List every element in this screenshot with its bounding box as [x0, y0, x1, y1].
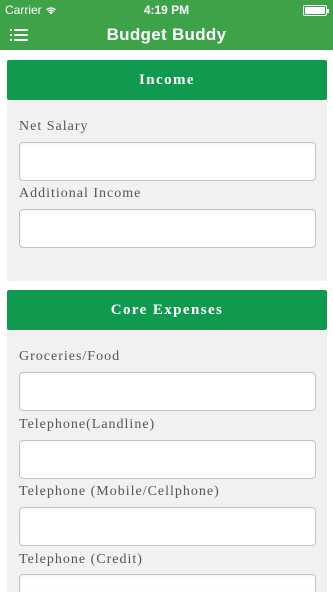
core-expenses-header: Core Expenses — [7, 290, 327, 330]
income-header: Income — [7, 60, 327, 100]
telephone-credit-label: Telephone (Credit) — [19, 552, 143, 567]
groceries-food-label: Groceries/Food — [19, 349, 121, 364]
nav-bar: Budget Buddy — [0, 20, 333, 50]
net-salary-input[interactable] — [19, 142, 316, 181]
app-title: Budget Buddy — [106, 25, 227, 44]
telephone-mobile-label: Telephone (Mobile/Cellphone) — [19, 484, 220, 499]
status-time: 4:19 PM — [143, 3, 190, 17]
status-bar: Carrier 4:19 PM — [0, 0, 333, 20]
additional-income-input[interactable] — [19, 209, 316, 248]
telephone-landline-label: Telephone(Landline) — [19, 417, 156, 432]
additional-income-label: Additional Income — [19, 186, 142, 201]
telephone-mobile-input[interactable] — [19, 507, 316, 546]
groceries-food-input[interactable] — [19, 372, 316, 411]
telephone-landline-input[interactable] — [19, 440, 316, 479]
battery-icon — [303, 5, 329, 16]
telephone-credit-input[interactable] — [19, 574, 316, 592]
net-salary-label: Net Salary — [19, 119, 89, 134]
